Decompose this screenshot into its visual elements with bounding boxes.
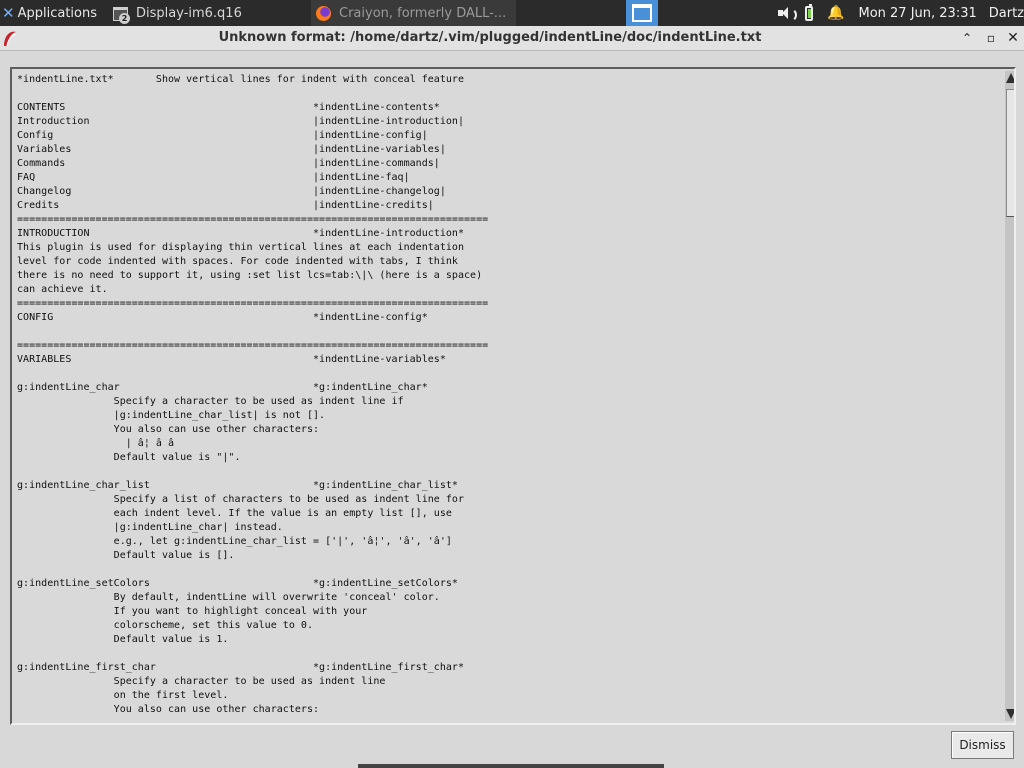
- text-line: Specify a list of characters to be used …: [17, 494, 464, 505]
- xfce-logo-icon: ✕: [2, 4, 15, 22]
- text-line: Default value is 1.: [17, 634, 229, 645]
- text-line: g:indentLine_char *g:indentLine_char*: [17, 382, 428, 393]
- text-line: each indent level. If the value is an em…: [17, 508, 452, 519]
- taskbar-item-firefox[interactable]: Craiyon, formerly DALL-...: [311, 0, 516, 26]
- clock[interactable]: Mon 27 Jun, 23:31: [858, 6, 976, 21]
- maximize-button[interactable]: ▫: [982, 29, 1000, 47]
- text-view[interactable]: *indentLine.txt* Show vertical lines for…: [10, 67, 1016, 725]
- workspace-icon: [632, 4, 652, 22]
- text-line: CONFIG *indentLine-config*: [17, 312, 428, 323]
- text-line: there is no need to support it, using :s…: [17, 270, 483, 281]
- text-line: colorscheme, set this value to 0.: [17, 620, 313, 631]
- vertical-scrollbar[interactable]: [1005, 71, 1016, 721]
- text-line: [17, 647, 995, 661]
- text-line: ========================================…: [17, 214, 489, 225]
- applications-label: Applications: [17, 5, 97, 21]
- text-line: ========================================…: [17, 298, 489, 309]
- text-line: By default, indentLine will overwrite 'c…: [17, 592, 440, 603]
- window-content: *indentLine.txt* Show vertical lines for…: [0, 51, 1024, 768]
- text-line: Specify a character to be used as indent…: [17, 676, 386, 687]
- taskbar-item-display[interactable]: 2 Display-im6.q16: [112, 0, 304, 26]
- text-line: Introduction |indentLine-introduction|: [17, 116, 464, 127]
- dismiss-button[interactable]: Dismiss: [951, 731, 1014, 759]
- text-line: Credits |indentLine-credits|: [17, 200, 434, 211]
- text-line: Changelog |indentLine-changelog|: [17, 186, 446, 197]
- text-line: You also can use other characters:: [17, 424, 320, 435]
- workspace-switcher[interactable]: [626, 0, 658, 26]
- window-titlebar[interactable]: Unknown format: /home/dartz/.vim/plugged…: [0, 26, 1024, 51]
- close-button[interactable]: ✕: [1004, 29, 1022, 47]
- window-group-icon: 2: [112, 6, 130, 24]
- minimize-button[interactable]: ⌃: [958, 29, 976, 47]
- window-title: Unknown format: /home/dartz/.vim/plugged…: [218, 30, 762, 45]
- text-line: INTRODUCTION *indentLine-introduction*: [17, 228, 464, 239]
- bottom-edge-bar: [358, 764, 664, 768]
- text-line: ========================================…: [17, 340, 489, 351]
- scrollbar-thumb[interactable]: [1006, 89, 1014, 217]
- text-line: [17, 87, 995, 101]
- taskbar-item-label: Craiyon, formerly DALL-...: [339, 5, 507, 21]
- text-line: [17, 563, 995, 577]
- window-count-badge: 2: [119, 13, 130, 24]
- text-line: | â¦ â â: [17, 438, 175, 449]
- text-line: g:indentLine_setColors *g:indentLine_set…: [17, 578, 458, 589]
- text-line: CONTENTS *indentLine-contents*: [17, 102, 440, 113]
- text-line: can achieve it.: [17, 284, 108, 295]
- text-line: This plugin is used for displaying thin …: [17, 242, 464, 253]
- scroll-down-arrow-icon[interactable]: [1005, 707, 1016, 721]
- text-line: Default value is [].: [17, 550, 235, 561]
- text-line: You also can use other characters:: [17, 704, 320, 715]
- text-line: |g:indentLine_char| instead.: [17, 522, 283, 533]
- taskbar-item-label: Display-im6.q16: [136, 5, 242, 21]
- text-line: Specify a character to be used as indent…: [17, 396, 404, 407]
- text-line: Variables |indentLine-variables|: [17, 144, 446, 155]
- text-line: [17, 325, 995, 339]
- text-line: FAQ |indentLine-faq|: [17, 172, 410, 183]
- text-line: g:indentLine_first_char *g:indentLine_fi…: [17, 662, 464, 673]
- volume-icon[interactable]: [778, 6, 797, 22]
- text-line: *indentLine.txt* Show vertical lines for…: [17, 74, 464, 85]
- text-line: [17, 465, 995, 479]
- text-line: VARIABLES *indentLine-variables*: [17, 354, 446, 365]
- text-line: If you want to highlight conceal with yo…: [17, 606, 368, 617]
- text-line: Commands |indentLine-commands|: [17, 158, 440, 169]
- text-line: e.g., let g:indentLine_char_list = ['|',…: [17, 536, 452, 547]
- battery-icon[interactable]: [804, 3, 814, 21]
- top-panel: ✕ Applications 2 Display-im6.q16 Craiyon…: [0, 0, 1024, 26]
- firefox-icon: [316, 5, 331, 21]
- text-line: g:indentLine_char_list *g:indentLine_cha…: [17, 480, 458, 491]
- text-line: [17, 367, 995, 381]
- applications-menu-button[interactable]: ✕ Applications: [2, 0, 106, 26]
- text-line: level for code indented with spaces. For…: [17, 256, 458, 267]
- user-menu[interactable]: Dartz: [989, 6, 1024, 21]
- scroll-up-arrow-icon[interactable]: [1005, 71, 1016, 85]
- text-line: Default value is "|".: [17, 452, 241, 463]
- notification-bell-icon[interactable]: 🔔: [827, 5, 844, 21]
- system-tray: 🔔 Mon 27 Jun, 23:31 Dartz: [774, 0, 1024, 26]
- document-text[interactable]: *indentLine.txt* Show vertical lines for…: [17, 73, 995, 723]
- text-line: on the first level.: [17, 690, 229, 701]
- text-line: |g:indentLine_char_list| is not [].: [17, 410, 326, 421]
- text-line: Config |indentLine-config|: [17, 130, 428, 141]
